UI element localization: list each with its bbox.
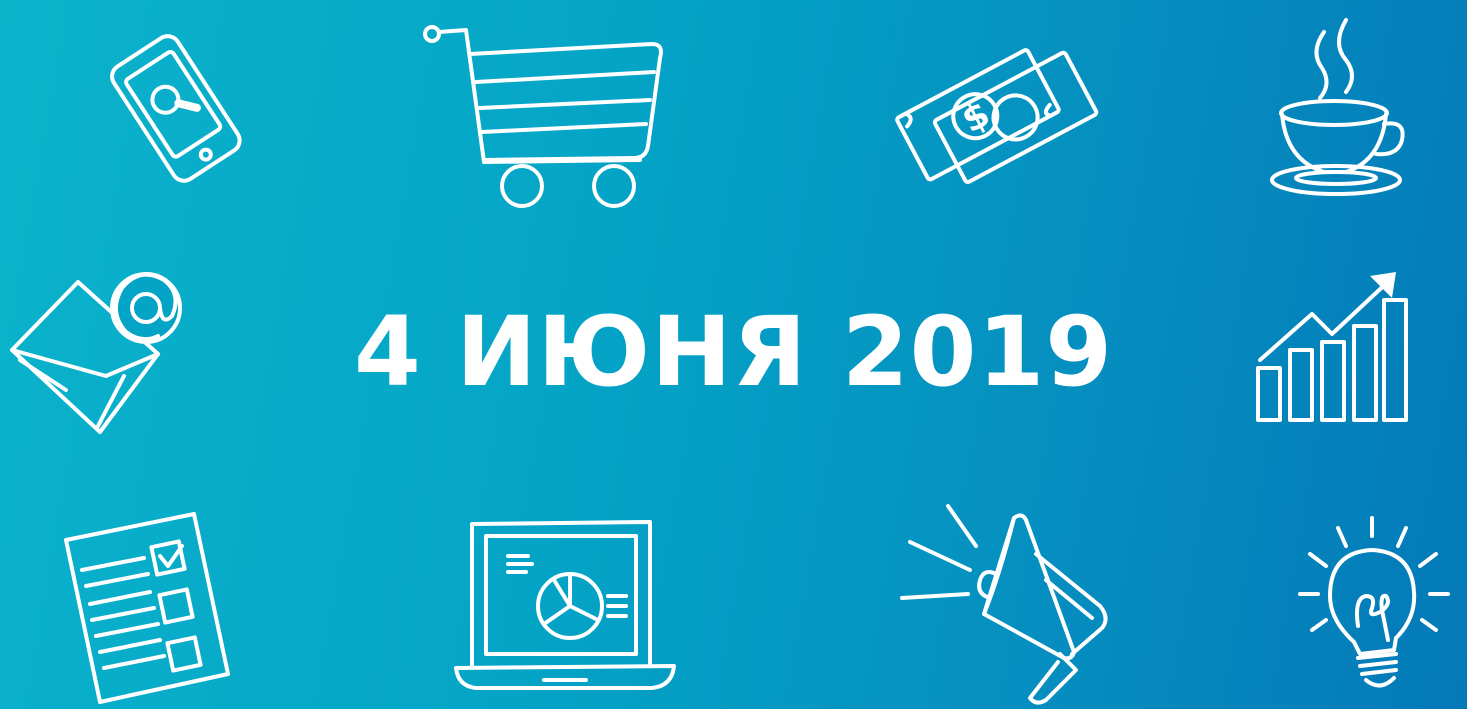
coffee-cup-icon bbox=[1262, 10, 1412, 200]
promo-banner: $ 4 ИЮНЯ 2019 bbox=[0, 0, 1467, 709]
megaphone-icon bbox=[896, 494, 1146, 709]
shopping-cart-icon bbox=[418, 14, 668, 214]
smartphone-search-icon bbox=[90, 24, 260, 194]
laptop-chart-icon bbox=[452, 516, 677, 698]
checklist-document-icon bbox=[58, 510, 233, 706]
light-bulb-icon bbox=[1296, 514, 1452, 696]
growth-chart-icon bbox=[1250, 264, 1414, 426]
money-bills-icon: $ bbox=[875, 36, 1099, 186]
event-date-heading: 4 ИЮНЯ 2019 bbox=[353, 296, 1114, 408]
